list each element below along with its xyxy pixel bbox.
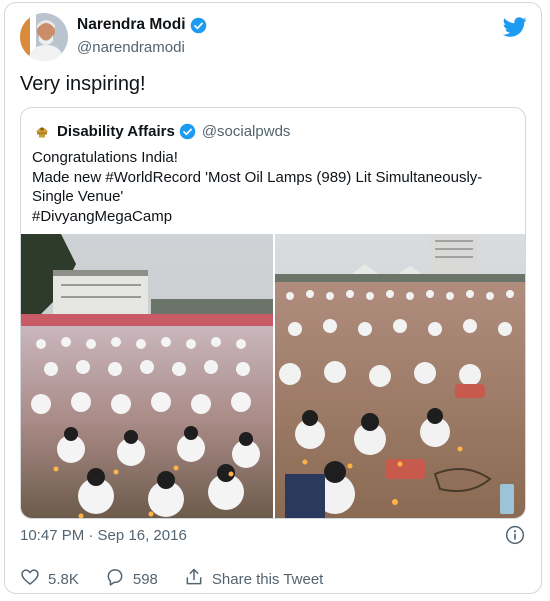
verified-badge-icon <box>179 123 196 140</box>
twitter-bird-icon[interactable] <box>502 15 527 39</box>
share-label: Share this Tweet <box>211 570 324 588</box>
tweet-timestamp[interactable]: 10:47 PM · Sep 16, 2016 <box>20 527 187 544</box>
tweet-text: Very inspiring! <box>20 73 146 95</box>
like-button[interactable]: 5.8K <box>20 567 79 591</box>
quoted-author-handle: @socialpwds <box>201 123 291 140</box>
quoted-author-avatar[interactable] <box>32 121 52 141</box>
quoted-tweet-text: Congratulations India! Made new #WorldRe… <box>32 148 516 226</box>
author-name-text: Narendra Modi <box>77 16 186 33</box>
reply-icon <box>105 567 125 591</box>
info-icon[interactable] <box>505 525 525 545</box>
reply-button[interactable]: 598 <box>105 567 158 591</box>
heart-icon <box>20 567 40 591</box>
author-name[interactable]: Narendra Modi <box>77 16 207 34</box>
author-avatar[interactable] <box>20 13 68 61</box>
quoted-line-1: Congratulations India! <box>32 149 178 166</box>
quoted-author-name: Disability Affairs <box>57 123 175 140</box>
quoted-line-2: Made new #WorldRecord 'Most Oil Lamps (9… <box>32 168 483 206</box>
quoted-tweet[interactable]: Disability Affairs @socialpwds Congratul… <box>20 107 526 519</box>
tweet-card[interactable]: Narendra Modi @narendramodi Very inspiri… <box>4 2 542 594</box>
tweet-actions: 5.8K 598 Share this Tweet <box>20 567 349 591</box>
reply-count: 598 <box>132 570 158 588</box>
author-handle[interactable]: @narendramodi <box>77 39 185 56</box>
share-icon <box>184 567 204 591</box>
quoted-line-3: #DivyangMegaCamp <box>32 207 173 225</box>
like-count: 5.8K <box>48 570 79 588</box>
share-button[interactable]: Share this Tweet <box>184 567 323 591</box>
quoted-photo-1[interactable] <box>21 234 273 518</box>
quoted-photo-2[interactable] <box>275 234 525 518</box>
quoted-author[interactable]: Disability Affairs @socialpwds <box>57 123 290 140</box>
verified-badge-icon <box>190 17 207 34</box>
